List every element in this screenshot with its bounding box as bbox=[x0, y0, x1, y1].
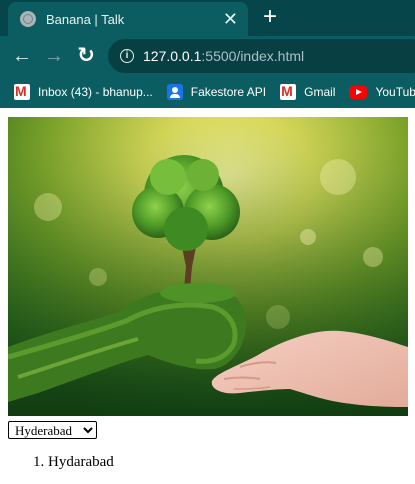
tab-strip: Banana | Talk ✕ + bbox=[0, 0, 415, 36]
gmail-icon bbox=[280, 83, 297, 100]
tab-title: Banana | Talk bbox=[46, 11, 125, 27]
youtube-icon bbox=[349, 85, 368, 99]
list-item: Hydarabad bbox=[48, 454, 114, 471]
bookmarks-bar: Inbox (43) - bhanup... Fakestore API Gma… bbox=[0, 76, 415, 108]
bookmark-label: Fakestore API bbox=[190, 85, 267, 99]
back-arrow-icon[interactable]: ← bbox=[10, 44, 34, 68]
url-host: 127.0.0.1 bbox=[143, 48, 202, 64]
bookmark-label: Gmail bbox=[304, 85, 336, 99]
tab-banana-talk[interactable]: Banana | Talk ✕ bbox=[8, 2, 248, 36]
city-list: Hydarabad bbox=[0, 454, 114, 471]
url-path: :5500/index.html bbox=[201, 48, 305, 64]
close-tab-icon[interactable]: ✕ bbox=[223, 10, 238, 28]
site-info-icon[interactable]: i bbox=[120, 49, 134, 63]
address-bar[interactable]: i 127.0.0.1:5500/index.html bbox=[108, 39, 415, 73]
city-select[interactable]: Hyderabad bbox=[8, 421, 97, 439]
bookmark-label: Inbox (43) - bhanup... bbox=[38, 85, 153, 99]
page-content: Hyderabad Hydarabad bbox=[0, 108, 415, 484]
globe-icon bbox=[20, 11, 36, 27]
forward-arrow-icon[interactable]: → bbox=[42, 44, 66, 68]
tree-in-hands-image bbox=[8, 117, 408, 416]
browser-toolbar: ← → ↻ i 127.0.0.1:5500/index.html bbox=[0, 36, 415, 76]
reload-icon[interactable]: ↻ bbox=[74, 44, 98, 68]
bookmark-youtube[interactable]: YouTube bbox=[349, 85, 415, 99]
bookmark-label: YouTube bbox=[375, 85, 415, 99]
fakestore-icon bbox=[166, 84, 183, 100]
url-text[interactable]: 127.0.0.1:5500/index.html bbox=[143, 48, 304, 64]
new-tab-button[interactable]: + bbox=[258, 5, 282, 30]
bookmark-fakestore[interactable]: Fakestore API bbox=[166, 84, 267, 100]
gmail-icon bbox=[14, 83, 30, 100]
bookmark-gmail[interactable]: Gmail bbox=[280, 83, 336, 100]
bookmark-inbox[interactable]: Inbox (43) - bhanup... bbox=[14, 83, 153, 100]
